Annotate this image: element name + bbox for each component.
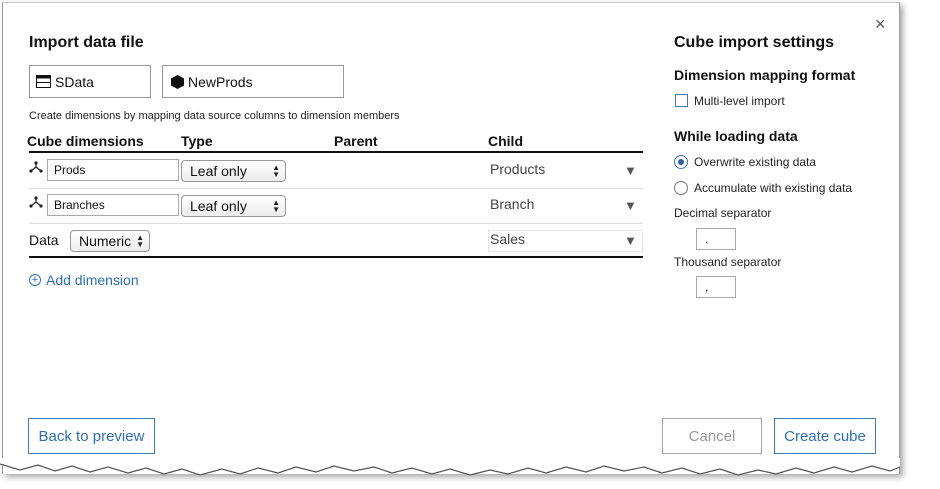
- child-column-value: Branch: [490, 196, 535, 212]
- mapping-hint: Create dimensions by mapping data source…: [29, 110, 400, 122]
- data-label: Data: [29, 232, 59, 248]
- type-select-value: Leaf only: [190, 163, 247, 179]
- import-dialog: × Import data file SData NewProds Create…: [2, 2, 900, 474]
- data-type-value: Numeric: [79, 233, 132, 249]
- stepper-arrows-icon: ▲ ▼: [272, 163, 280, 179]
- table-header-rule: [29, 151, 643, 153]
- child-column-value: Products: [490, 161, 546, 177]
- accumulate-radio[interactable]: [674, 181, 688, 195]
- header-type: Type: [181, 133, 213, 149]
- cancel-button[interactable]: Cancel: [662, 418, 762, 454]
- table-bottom-rule: [29, 256, 643, 258]
- type-select[interactable]: Leaf only ▲ ▼: [181, 195, 286, 217]
- source-file-field[interactable]: SData: [29, 65, 151, 98]
- triangle-down-icon[interactable]: ▼: [624, 163, 637, 178]
- dimension-name-input[interactable]: Branches: [47, 194, 179, 216]
- overwrite-radio[interactable]: [674, 155, 688, 169]
- cube-icon: [171, 74, 184, 89]
- cube-name: NewProds: [188, 73, 253, 90]
- close-icon[interactable]: ×: [875, 15, 886, 33]
- type-select-value: Leaf only: [190, 198, 247, 214]
- add-dimension-link[interactable]: + Add dimension: [29, 272, 139, 288]
- triangle-down-icon[interactable]: ▼: [624, 198, 637, 213]
- thousand-separator-label: Thousand separator: [674, 255, 782, 269]
- row-divider: [29, 188, 643, 189]
- source-file-name: SData: [55, 73, 94, 90]
- add-circle-icon: +: [29, 274, 41, 286]
- triangle-down-icon[interactable]: ▼: [624, 233, 637, 248]
- dialog-title: Import data file: [29, 34, 144, 51]
- data-type-select[interactable]: Numeric ▲ ▼: [70, 230, 150, 252]
- decimal-separator-label: Decimal separator: [674, 206, 772, 220]
- hierarchy-icon: [29, 160, 43, 174]
- thousand-separator-input[interactable]: ,: [696, 276, 736, 298]
- header-cube-dimensions: Cube dimensions: [27, 133, 144, 149]
- header-parent: Parent: [334, 133, 378, 149]
- decimal-separator-input[interactable]: .: [696, 228, 736, 250]
- hierarchy-icon: [29, 195, 43, 209]
- multilevel-label: Multi-level import: [694, 94, 785, 108]
- mapping-format-heading: Dimension mapping format: [674, 67, 856, 83]
- multilevel-checkbox[interactable]: [675, 94, 688, 107]
- stepper-arrows-icon: ▲ ▼: [136, 233, 144, 249]
- header-child: Child: [488, 133, 523, 149]
- row-divider: [29, 223, 643, 224]
- type-select[interactable]: Leaf only ▲ ▼: [181, 160, 286, 182]
- dimension-name-input[interactable]: Prods: [47, 159, 179, 181]
- stepper-arrows-icon: ▲ ▼: [272, 198, 280, 214]
- table-icon: [36, 75, 51, 88]
- settings-title: Cube import settings: [674, 34, 835, 51]
- accumulate-label: Accumulate with existing data: [694, 181, 853, 195]
- torn-edge: [0, 458, 901, 476]
- overwrite-label: Overwrite existing data: [694, 155, 817, 169]
- loading-heading: While loading data: [674, 128, 798, 144]
- back-to-preview-button[interactable]: Back to preview: [28, 418, 155, 454]
- data-child-value: Sales: [490, 231, 526, 247]
- create-cube-button[interactable]: Create cube: [774, 418, 876, 454]
- cube-name-field[interactable]: NewProds: [162, 65, 344, 98]
- add-dimension-label: Add dimension: [46, 272, 139, 288]
